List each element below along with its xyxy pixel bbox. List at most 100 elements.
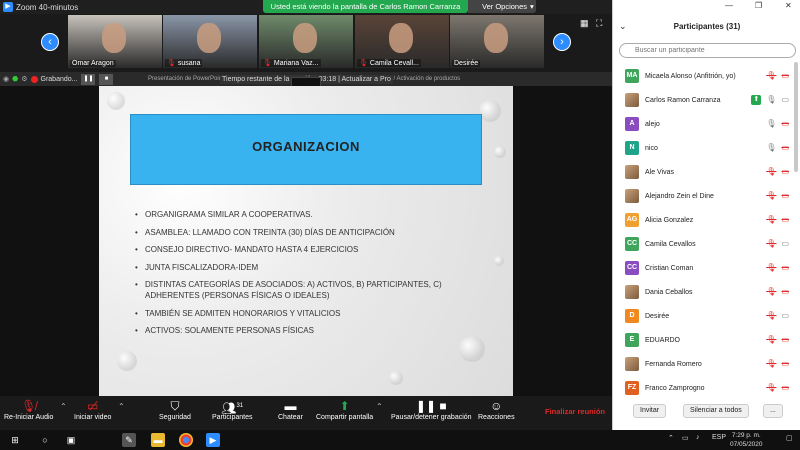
video-off-icon[interactable]: ▭ bbox=[781, 71, 789, 81]
mic-muted-icon[interactable]: 🎙︎ bbox=[766, 191, 776, 201]
participant-row[interactable]: Nnico 🎙︎ ▭ bbox=[613, 136, 795, 160]
participant-row[interactable]: E EDUARDO 🎙︎ ▭ bbox=[613, 328, 795, 352]
view-options-button[interactable]: Ver Opciones bbox=[468, 0, 536, 13]
share-screen-button[interactable]: ⬆ Compartir pantalla bbox=[316, 399, 373, 421]
participant-row[interactable]: Ale Vivas 🎙︎ ▭ bbox=[613, 160, 795, 184]
info-icon[interactable]: ◉ bbox=[3, 75, 9, 83]
file-explorer-icon[interactable]: ▬ bbox=[151, 433, 165, 447]
notifications-icon[interactable]: ▢ bbox=[786, 434, 793, 442]
video-off-icon[interactable]: ▭ bbox=[781, 167, 789, 177]
participant-row[interactable]: Carlos Ramon Carranza ⬆ 🎙︎ ▭ bbox=[613, 88, 795, 112]
close-icon[interactable]: ✕ bbox=[785, 1, 792, 10]
participant-search-input[interactable] bbox=[619, 43, 796, 58]
mic-muted-icon[interactable]: 🎙︎ bbox=[766, 311, 776, 321]
participant-video-tile[interactable]: Desirée bbox=[450, 15, 544, 68]
participant-row[interactable]: D Desirée 🎙︎ ▭ bbox=[613, 304, 795, 328]
invite-button[interactable]: Invitar bbox=[633, 404, 667, 418]
video-off-icon[interactable]: ▭ bbox=[781, 191, 789, 201]
participant-video-tile[interactable]: 🎙︎ Mariana Vaz... bbox=[259, 15, 353, 68]
audio-options-caret-icon[interactable]: ⌃ bbox=[60, 402, 67, 411]
mic-icon[interactable]: 🎙︎ bbox=[766, 95, 776, 105]
pause-recording-button[interactable]: ❚❚ bbox=[81, 73, 96, 85]
mic-muted-icon[interactable]: 🎙︎ bbox=[766, 359, 776, 369]
mic-muted-icon[interactable]: 🎙︎ bbox=[766, 239, 776, 249]
video-off-icon[interactable]: ▭ bbox=[781, 335, 789, 345]
mic-muted-icon[interactable]: 🎙︎ bbox=[766, 263, 776, 273]
mic-muted-icon[interactable]: 🎙︎ bbox=[766, 287, 776, 297]
participant-video-tile[interactable]: Omar Aragon bbox=[68, 15, 162, 68]
video-off-icon[interactable]: ▭ bbox=[781, 215, 789, 225]
fullscreen-icon[interactable]: ⛶ bbox=[596, 18, 602, 29]
share-options-caret-icon[interactable]: ⌃ bbox=[376, 402, 383, 411]
participant-status-icons: 🎙︎ ▭ bbox=[766, 311, 789, 321]
windows-start-icon[interactable]: ⊞ bbox=[8, 433, 22, 447]
taskbar-clock[interactable]: 7:29 p. m. 07/05/2020 bbox=[730, 431, 763, 449]
video-off-icon[interactable]: ▭ bbox=[781, 287, 789, 297]
slide-title: ORGANIZACION bbox=[252, 139, 360, 154]
participants-button[interactable]: 👥︎31 Participantes bbox=[212, 399, 252, 421]
mic-icon[interactable]: 🎙︎ bbox=[766, 119, 776, 129]
network-icon[interactable]: ▭ bbox=[682, 434, 689, 442]
zoom-taskbar-icon[interactable]: ▶ bbox=[206, 433, 220, 447]
task-view-icon[interactable]: ▣ bbox=[64, 433, 78, 447]
video-icon[interactable]: ▭ bbox=[781, 95, 789, 105]
participant-row[interactable]: MA Micaela Alonso (Anfitrión, yo) 🎙︎ ▭ bbox=[613, 64, 795, 88]
video-off-icon[interactable]: ▭ bbox=[781, 383, 789, 393]
gallery-view-icon[interactable]: ▦ bbox=[580, 18, 589, 29]
paint-app-icon[interactable]: ✎ bbox=[122, 433, 136, 447]
mic-muted-icon: 🎙︎̸ bbox=[21, 399, 37, 413]
mic-muted-icon[interactable]: 🎙︎ bbox=[766, 215, 776, 225]
next-page-arrow-icon[interactable]: › bbox=[553, 33, 571, 51]
participant-status-icons: 🎙︎ ▭ bbox=[766, 383, 789, 393]
tray-chevron-icon[interactable]: ⌃ bbox=[668, 434, 674, 442]
video-options-caret-icon[interactable]: ⌃ bbox=[118, 402, 125, 411]
mic-muted-icon[interactable]: 🎙︎ bbox=[766, 167, 776, 177]
participant-row[interactable]: Fernanda Romero 🎙︎ ▭ bbox=[613, 352, 795, 376]
mic-muted-icon[interactable]: 🎙︎ bbox=[766, 71, 776, 81]
participant-row[interactable]: FZ Franco Zamprogno 🎙︎ ▭ bbox=[613, 376, 795, 400]
shield-icon[interactable]: ⬣ bbox=[12, 75, 18, 83]
mute-all-button[interactable]: Silenciar a todos bbox=[683, 404, 749, 418]
end-meeting-button[interactable]: Finalizar reunión bbox=[545, 407, 605, 416]
volume-icon[interactable]: ♪ bbox=[696, 434, 700, 441]
mic-icon[interactable]: 🎙︎ bbox=[766, 143, 776, 153]
participant-video-tile[interactable]: 🎙︎ Camila Cevall... bbox=[355, 15, 449, 68]
video-off-icon[interactable]: ▭ bbox=[781, 263, 789, 273]
audio-button[interactable]: 🎙︎̸ Re-Iniciar Audio bbox=[4, 399, 53, 421]
participant-status-icons: 🎙︎ ▭ bbox=[766, 239, 789, 249]
video-off-icon[interactable]: ▭ bbox=[781, 143, 789, 153]
video-button[interactable]: ▭̸ Iniciar video bbox=[74, 399, 111, 421]
participant-face bbox=[389, 23, 413, 53]
restore-icon[interactable]: ❐ bbox=[755, 1, 762, 10]
video-icon[interactable]: ▭ bbox=[781, 311, 789, 321]
screen-share-icon[interactable]: ⬆ bbox=[751, 95, 762, 105]
minimize-icon[interactable]: — bbox=[725, 1, 733, 10]
mic-muted-icon[interactable]: 🎙︎ bbox=[766, 335, 776, 345]
mic-muted-icon[interactable]: 🎙︎ bbox=[766, 383, 776, 393]
participant-row[interactable]: CC Camila Cevallos 🎙︎ ▭ bbox=[613, 232, 795, 256]
video-off-icon[interactable]: ▭ bbox=[781, 359, 789, 369]
settings-icon[interactable]: ⚙ bbox=[21, 75, 27, 83]
video-off-icon[interactable]: ▭ bbox=[781, 119, 789, 129]
window-title: Zoom 40-minutos bbox=[16, 2, 79, 12]
prev-page-arrow-icon[interactable]: ‹ bbox=[41, 33, 59, 51]
audio-label: Re-Iniciar Audio bbox=[4, 414, 54, 421]
participant-row[interactable]: Alejandro Zein el Dine 🎙︎ ▭ bbox=[613, 184, 795, 208]
reactions-label: Reacciones bbox=[478, 414, 515, 421]
security-button[interactable]: ⛉ Seguridad bbox=[159, 399, 191, 421]
chrome-icon[interactable] bbox=[179, 433, 193, 447]
more-options-button[interactable]: ... bbox=[763, 404, 783, 418]
participant-row[interactable]: CC Cristian Coman 🎙︎ ▭ bbox=[613, 256, 795, 280]
participant-row[interactable]: Dania Ceballos 🎙︎ ▭ bbox=[613, 280, 795, 304]
pause-stop-recording-button[interactable]: ❚❚ ■ Pausar/detener grabación bbox=[391, 399, 472, 421]
participant-video-tile[interactable]: 🎙︎ susana bbox=[163, 15, 257, 68]
reactions-button[interactable]: ☺ Reacciones bbox=[478, 399, 515, 421]
search-icon[interactable]: ○ bbox=[38, 433, 52, 447]
language-indicator[interactable]: ESP bbox=[712, 434, 726, 441]
chat-button[interactable]: ▬ Chatear bbox=[278, 399, 303, 421]
stop-recording-button[interactable]: ■ bbox=[99, 73, 114, 85]
video-icon[interactable]: ▭ bbox=[781, 239, 789, 249]
participant-row[interactable]: AG Alicia Gonzalez 🎙︎ ▭ bbox=[613, 208, 795, 232]
participant-list-scrollbar[interactable] bbox=[794, 62, 798, 172]
participant-row[interactable]: Aalejo 🎙︎ ▭ bbox=[613, 112, 795, 136]
